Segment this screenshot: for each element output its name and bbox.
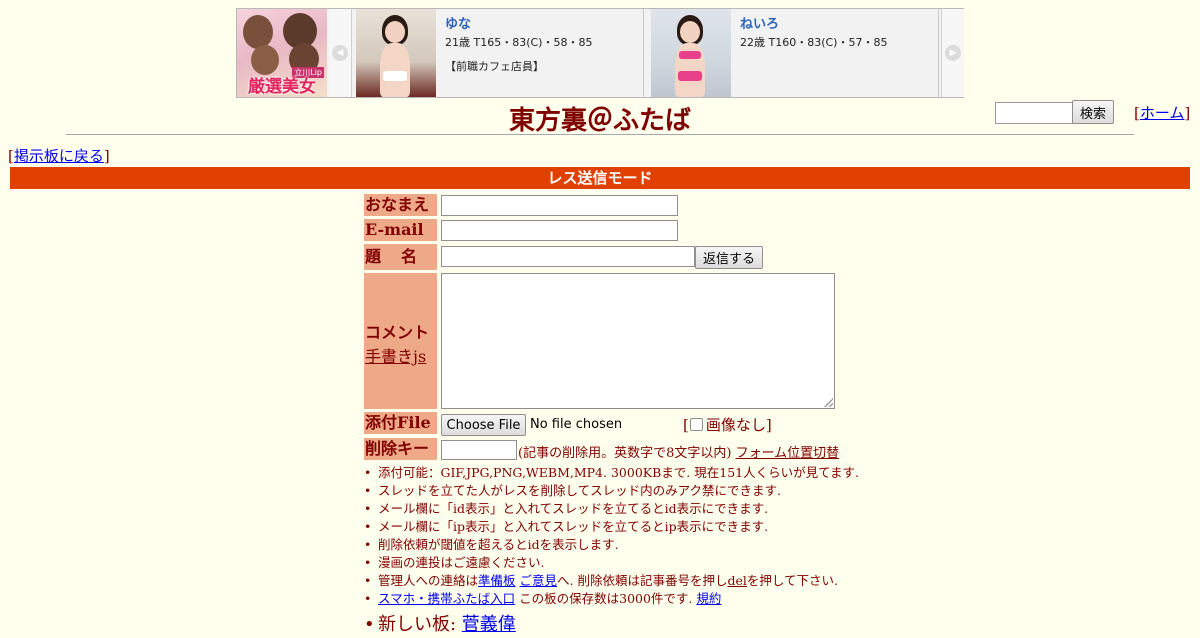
card-name: ねいろ [740,17,780,32]
banner-card-yuna[interactable]: ゆな 21歳 T165・83(C)・58・85 【前職カフェ店員】 [353,9,644,97]
photo-wear [678,71,702,81]
delete-key-hint: (記事の削除用。英数字で8文字以内) [518,446,732,461]
note-text: を押して下さい. [746,573,838,588]
promo-image[interactable]: 立川Lip 厳選美女 [237,9,327,97]
back-nav: [掲示板に戻る] [8,145,110,166]
chevron-right-icon: ▶ [945,45,961,61]
back-to-board-link[interactable]: 掲示板に戻る [14,147,104,165]
carousel-prev-button[interactable]: ◀ [329,9,352,97]
feedback-link[interactable]: ご意見 [520,573,558,588]
promo-face-1 [243,15,273,49]
card-spec: 21歳 T165・83(C)・58・85 [445,36,593,49]
photo-face [680,21,700,43]
list-item: メール欄に「ip表示」と入れてスレッドを立てるとip表示にできます. [362,518,859,536]
form-position-toggle-link[interactable]: フォーム位置切替 [736,446,840,461]
divider [66,134,1134,135]
name-input[interactable] [441,195,678,216]
comment-label-inner: コメント 手書きjs [365,319,429,367]
home-link[interactable]: ホーム [1140,104,1185,122]
bracket-close: ] [103,147,110,165]
bracket-close: ] [765,416,772,434]
del-link[interactable]: del [727,573,746,588]
comment-label-cell: コメント 手書きjs [364,273,437,409]
list-item: 漫画の連投はご遠慮ください. [362,554,859,572]
note-text: 新しい板: [378,614,462,635]
handwriting-link[interactable]: 手書きjs [365,347,426,366]
prep-board-link[interactable]: 準備板 [478,573,516,588]
no-image-checkbox[interactable] [689,418,703,431]
banner-card-neiro[interactable]: ねいろ 22歳 T160・83(C)・57・85 [648,9,939,97]
subject-input[interactable] [441,246,695,267]
file-status: No file chosen [530,417,623,432]
search-input[interactable] [995,102,1076,124]
promo-face-3 [251,45,279,75]
submit-reply-button[interactable]: 返信する [695,246,763,269]
list-item: スレッドを立てた人がレスを削除してスレッド内のみアク禁にできます. [362,482,859,500]
promo-text: 厳選美女 [248,77,316,97]
list-item: 添付可能：GIF,JPG,PNG,WEBM,MP4. 3000KBまで. 現在1… [362,464,859,482]
comment-label: コメント [365,323,430,342]
file-label: 添付File [364,412,437,434]
reply-mode-bar: レス送信モード [10,167,1190,189]
card-info: ゆな 21歳 T165・83(C)・58・85 【前職カフェ店員】 [445,13,592,74]
ad-banner: 立川Lip 厳選美女 ◀ ゆな 21歳 T165・83(C)・58・85 【前職… [236,8,964,98]
card-photo [356,9,436,97]
bracket-close: ] [1184,104,1191,122]
card-name: ゆな [445,17,472,32]
search-button[interactable]: 検索 [1072,100,1114,124]
terms-link[interactable]: 規約 [696,591,721,606]
card-spec: 22歳 T160・83(C)・57・85 [740,36,888,49]
card-photo [651,9,731,97]
delete-key-input[interactable] [441,440,517,460]
photo-body [380,43,410,97]
email-label: E-mail [364,219,437,241]
note-text: へ. 削除依頼は記事番号を押し [557,573,728,588]
no-image-label: 画像なし [705,416,766,434]
list-item: 削除依頼が閾値を超えるとidを表示します. [362,536,859,554]
mobile-entrance-link[interactable]: スマホ・携帯ふたば入口 [378,591,515,606]
board-notes: 添付可能：GIF,JPG,PNG,WEBM,MP4. 3000KBまで. 現在1… [362,464,859,638]
note-text: この板の保存数は3000件です. [515,591,697,606]
list-item: メール欄に「id表示」と入れてスレッドを立てるとid表示にできます. [362,500,859,518]
photo-wear [383,71,407,81]
delete-key-label: 削除キー [364,438,437,460]
list-item: 管理人への連絡は準備板 ご意見へ. 削除依頼は記事番号を押しdelを押して下さい… [362,572,859,590]
delete-key-note: (記事の削除用。英数字で8文字以内) フォーム位置切替 [518,442,839,461]
carousel-next-button[interactable]: ▶ [941,9,964,97]
photo-face [385,21,405,43]
photo-wear-top [679,51,701,59]
home-nav: [ホーム] [1134,102,1190,123]
new-board-link[interactable]: 菅義偉 [462,614,516,635]
bracket-open: [ [683,416,689,434]
no-image-option: [ 画像なし] [683,414,772,435]
note-text: 管理人への連絡は [378,573,479,588]
chevron-left-icon: ◀ [332,45,348,61]
card-info: ねいろ 22歳 T160・83(C)・57・85 [740,13,887,50]
resize-grip-icon[interactable] [824,398,833,407]
list-item: 新しい板: 菅義偉 [362,612,859,638]
card-note: 【前職カフェ店員】 [445,60,544,73]
list-item: スマホ・携帯ふたば入口 この板の保存数は3000件です. 規約 [362,590,859,608]
subject-label: 題名 [364,244,437,270]
comment-textarea[interactable] [441,273,835,409]
email-input[interactable] [441,220,678,241]
choose-file-button[interactable]: Choose File [441,414,526,436]
name-label: おなまえ [364,194,437,216]
